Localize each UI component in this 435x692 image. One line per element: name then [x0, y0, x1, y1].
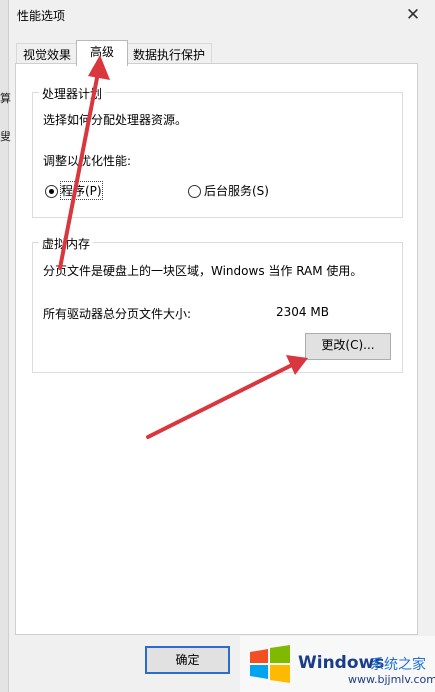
- total-paging-size-label: 所有驱动器总分页文件大小:: [43, 307, 192, 321]
- group-title: 虚拟内存: [39, 235, 94, 252]
- virtual-memory-group: 虚拟内存 分页文件是硬盘上的一块区域，Windows 当作 RAM 使用。 所有…: [32, 235, 403, 373]
- radio-background-services[interactable]: [188, 185, 201, 198]
- processor-description: 选择如何分配处理器资源。: [43, 113, 188, 127]
- window-title: 性能选项: [17, 9, 66, 23]
- background-glyph: 算: [0, 92, 11, 105]
- radio-programs[interactable]: [45, 185, 58, 198]
- group-title: 处理器计划: [39, 85, 106, 102]
- background-glyph: 叟: [0, 130, 11, 143]
- processor-scheduling-group: 处理器计划 选择如何分配处理器资源。 调整以优化性能: 程序(P) 后台服务(S…: [32, 85, 403, 218]
- tab-panel-advanced: 处理器计划 选择如何分配处理器资源。 调整以优化性能: 程序(P) 后台服务(S…: [15, 63, 418, 635]
- total-paging-size-value: 2304 MB: [276, 305, 329, 319]
- change-button[interactable]: 更改(C)...: [305, 333, 391, 360]
- windows-logo-icon: [250, 645, 290, 683]
- radio-programs-label[interactable]: 程序(P): [60, 181, 103, 200]
- ok-button[interactable]: 确定: [145, 646, 230, 674]
- watermark: Windows 系统之家 www.bjjmlv.com: [240, 636, 435, 692]
- radio-background-services-label[interactable]: 后台服务(S): [204, 182, 269, 199]
- radio-selected-dot: [49, 189, 54, 194]
- virtual-memory-description: 分页文件是硬盘上的一块区域，Windows 当作 RAM 使用。: [43, 264, 363, 278]
- watermark-url: www.bjjmlv.com: [348, 673, 435, 686]
- close-icon[interactable]: ✕: [401, 2, 425, 28]
- tab-advanced[interactable]: 高级: [76, 40, 128, 66]
- background-window-edge: 算 叟: [0, 0, 11, 692]
- watermark-site-name: 系统之家: [370, 657, 426, 673]
- adjust-performance-label: 调整以优化性能:: [43, 154, 132, 168]
